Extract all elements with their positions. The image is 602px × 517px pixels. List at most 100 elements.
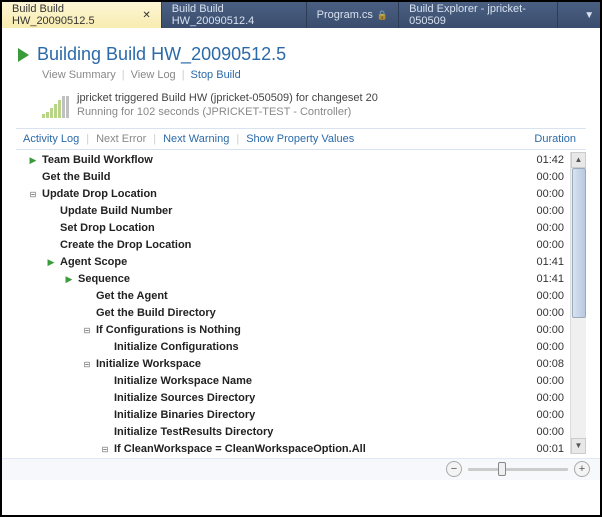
log-row-duration: 00:00 bbox=[522, 426, 570, 438]
log-row-duration: 00:00 bbox=[522, 222, 570, 234]
zoom-slider-knob[interactable] bbox=[498, 462, 506, 476]
log-row[interactable]: ▶Agent Scope01:41 bbox=[16, 254, 570, 271]
tab-label: Program.cs bbox=[317, 9, 373, 21]
log-row-duration: 00:00 bbox=[522, 409, 570, 421]
expander-placeholder bbox=[44, 204, 58, 218]
log-row[interactable]: Create the Drop Location00:00 bbox=[16, 237, 570, 254]
log-rows: ▶Team Build Workflow01:42Get the Build00… bbox=[16, 152, 570, 454]
log-row-label: Get the Build bbox=[42, 171, 522, 183]
log-row[interactable]: Update Build Number00:00 bbox=[16, 203, 570, 220]
collapse-icon[interactable]: ⊟ bbox=[80, 357, 94, 371]
log-row[interactable]: ▶Team Build Workflow01:42 bbox=[16, 152, 570, 169]
tab[interactable]: Build Build HW_20090512.4 bbox=[162, 2, 307, 28]
scroll-down-icon[interactable]: ▼ bbox=[571, 438, 586, 454]
expander-placeholder bbox=[44, 221, 58, 235]
view-summary-link[interactable]: View Summary bbox=[42, 69, 116, 81]
log-row-label: Get the Build Directory bbox=[96, 307, 522, 319]
tab[interactable]: Build Explorer - jpricket-050509 bbox=[399, 2, 558, 28]
expander-placeholder bbox=[98, 374, 112, 388]
collapse-icon[interactable]: ⊟ bbox=[80, 323, 94, 337]
log-row-label: Update Drop Location bbox=[42, 188, 522, 200]
next-error-link[interactable]: Next Error bbox=[89, 133, 153, 145]
log-row-label: Set Drop Location bbox=[60, 222, 522, 234]
log-row[interactable]: Initialize Configurations00:00 bbox=[16, 339, 570, 356]
log-row-label: Create the Drop Location bbox=[60, 239, 522, 251]
tab[interactable]: Program.cs 🔒 bbox=[307, 2, 399, 28]
expander-placeholder bbox=[98, 391, 112, 405]
log-row-duration: 00:08 bbox=[522, 358, 570, 370]
close-icon[interactable]: ✕ bbox=[138, 10, 150, 21]
tab-spacer bbox=[558, 2, 578, 28]
scroll-thumb[interactable] bbox=[572, 168, 586, 318]
log-row[interactable]: ⊟If Configurations is Nothing00:00 bbox=[16, 322, 570, 339]
tab-bar: Build Build HW_20090512.5 ✕ Build Build … bbox=[2, 2, 600, 28]
log-row[interactable]: Get the Agent00:00 bbox=[16, 288, 570, 305]
zoom-out-button[interactable]: − bbox=[446, 461, 462, 477]
log-row[interactable]: Set Drop Location00:00 bbox=[16, 220, 570, 237]
expander-placeholder bbox=[26, 170, 40, 184]
zoom-in-button[interactable]: + bbox=[574, 461, 590, 477]
activity-log-tab[interactable]: Activity Log bbox=[16, 133, 86, 145]
log-row[interactable]: Get the Build00:00 bbox=[16, 169, 570, 186]
log-row-duration: 00:00 bbox=[522, 392, 570, 404]
separator: | bbox=[182, 69, 185, 81]
lock-icon: 🔒 bbox=[377, 10, 388, 21]
collapse-icon[interactable]: ⊟ bbox=[26, 187, 40, 201]
log-row-duration: 00:00 bbox=[522, 205, 570, 217]
show-property-values-link[interactable]: Show Property Values bbox=[239, 133, 361, 145]
log-row[interactable]: Initialize Binaries Directory00:00 bbox=[16, 407, 570, 424]
zoom-slider[interactable] bbox=[468, 468, 568, 471]
running-arrow-icon[interactable]: ▶ bbox=[44, 255, 58, 269]
log-row-duration: 01:41 bbox=[522, 256, 570, 268]
expander-placeholder bbox=[98, 408, 112, 422]
log-row-label: Initialize Binaries Directory bbox=[114, 409, 522, 421]
vertical-scrollbar[interactable]: ▲ ▼ bbox=[570, 152, 586, 454]
log-row-duration: 01:41 bbox=[522, 273, 570, 285]
log-row-label: Initialize Workspace Name bbox=[114, 375, 522, 387]
running-arrow-icon[interactable]: ▶ bbox=[26, 153, 40, 167]
separator: | bbox=[122, 69, 125, 81]
page-title: Building Build HW_20090512.5 bbox=[37, 44, 286, 65]
log-row[interactable]: Initialize Sources Directory00:00 bbox=[16, 390, 570, 407]
tab-active[interactable]: Build Build HW_20090512.5 ✕ bbox=[2, 2, 162, 28]
expander-placeholder bbox=[80, 289, 94, 303]
log-row-duration: 00:00 bbox=[522, 239, 570, 251]
log-row[interactable]: ⊟Update Drop Location00:00 bbox=[16, 186, 570, 203]
running-icon bbox=[18, 48, 29, 62]
log-row-duration: 00:01 bbox=[522, 443, 570, 454]
log-row[interactable]: Get the Build Directory00:00 bbox=[16, 305, 570, 322]
next-warning-link[interactable]: Next Warning bbox=[156, 133, 236, 145]
log-row-label: Initialize Sources Directory bbox=[114, 392, 522, 404]
expander-placeholder bbox=[80, 306, 94, 320]
log-row-duration: 00:00 bbox=[522, 171, 570, 183]
tab-label: Build Explorer - jpricket-050509 bbox=[409, 3, 547, 27]
content: Building Build HW_20090512.5 View Summar… bbox=[2, 28, 600, 458]
expander-placeholder bbox=[98, 425, 112, 439]
log-row[interactable]: ⊟Initialize Workspace00:08 bbox=[16, 356, 570, 373]
title-row: Building Build HW_20090512.5 bbox=[18, 44, 586, 65]
stop-build-link[interactable]: Stop Build bbox=[191, 69, 241, 81]
view-nav: View Summary | View Log | Stop Build bbox=[42, 69, 586, 81]
expander-placeholder bbox=[44, 238, 58, 252]
log-row-label: If CleanWorkspace = CleanWorkspaceOption… bbox=[114, 443, 522, 454]
collapse-icon[interactable]: ⊟ bbox=[98, 442, 112, 454]
log-row[interactable]: Initialize Workspace Name00:00 bbox=[16, 373, 570, 390]
status-text: jpricket triggered Build HW (jpricket-05… bbox=[77, 91, 378, 120]
view-log-link[interactable]: View Log bbox=[131, 69, 176, 81]
running-arrow-icon[interactable]: ▶ bbox=[62, 272, 76, 286]
log-area: ▶Team Build Workflow01:42Get the Build00… bbox=[16, 152, 586, 454]
zoom-bar: − + bbox=[2, 458, 600, 480]
log-row[interactable]: ⊟If CleanWorkspace = CleanWorkspaceOptio… bbox=[16, 441, 570, 454]
log-row-duration: 00:00 bbox=[522, 307, 570, 319]
scroll-up-icon[interactable]: ▲ bbox=[571, 152, 586, 168]
log-row[interactable]: Initialize TestResults Directory00:00 bbox=[16, 424, 570, 441]
status-line1: jpricket triggered Build HW (jpricket-05… bbox=[77, 91, 378, 105]
expander-placeholder bbox=[98, 340, 112, 354]
log-row-label: Get the Agent bbox=[96, 290, 522, 302]
tab-label: Build Build HW_20090512.5 bbox=[12, 3, 134, 27]
sparkline-icon bbox=[42, 92, 69, 118]
log-row-duration: 00:00 bbox=[522, 375, 570, 387]
duration-header[interactable]: Duration bbox=[527, 133, 586, 145]
tab-overflow-menu[interactable]: ▼ bbox=[578, 2, 600, 28]
log-row[interactable]: ▶Sequence01:41 bbox=[16, 271, 570, 288]
